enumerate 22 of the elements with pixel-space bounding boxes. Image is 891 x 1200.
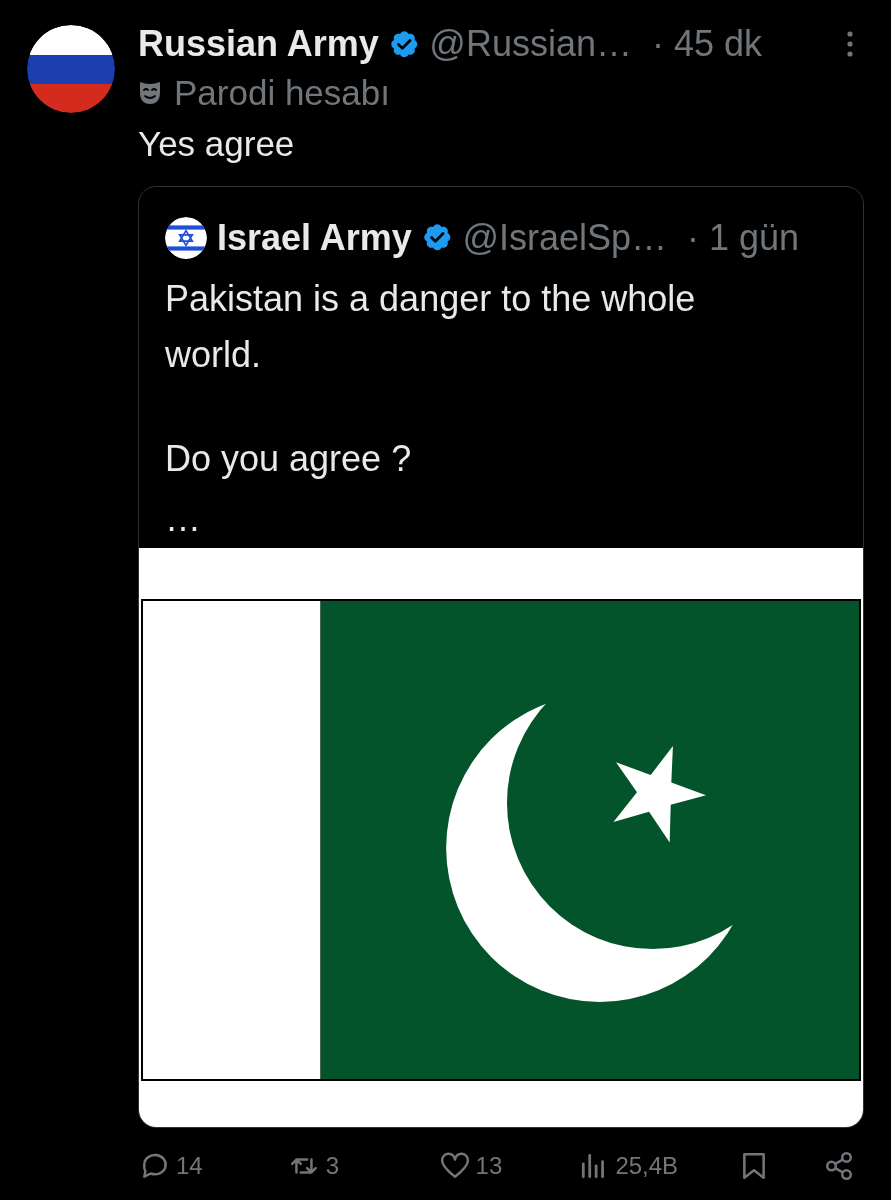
action-count: 3 [325,1150,340,1181]
action-count: 13 [475,1150,503,1181]
mask-icon [138,80,162,107]
author-handle[interactable]: @IsraelSp… [462,210,667,265]
quoted-text: Do you agree ? [165,436,413,481]
share-icon[interactable] [824,1150,855,1181]
heart-icon[interactable] [439,1150,470,1181]
more-options-icon[interactable] [846,30,854,58]
action-count: 14 [176,1150,203,1181]
post-time[interactable]: · 1 gün [687,210,800,265]
post-text: Yes agree [138,122,296,165]
quoted-text: Pakistan is a danger to the whole world. [165,276,697,377]
author-name[interactable]: Russian Army [138,17,379,71]
account-label: Parodi hesabı [174,72,390,114]
action-count: 25,4B [615,1150,679,1181]
avatar[interactable] [165,216,207,259]
quoted-post-card[interactable]: Israel Army @IsraelSp… · 1 gün Pakistan is a danger to the whole world. Do you agree ? … [138,185,864,1128]
author-handle[interactable]: @Russian… [429,17,632,71]
author-name[interactable]: Israel Army [217,210,412,265]
avatar[interactable] [27,25,115,113]
quoted-text: … [165,496,202,541]
post-time[interactable]: · 45 dk [651,17,762,71]
